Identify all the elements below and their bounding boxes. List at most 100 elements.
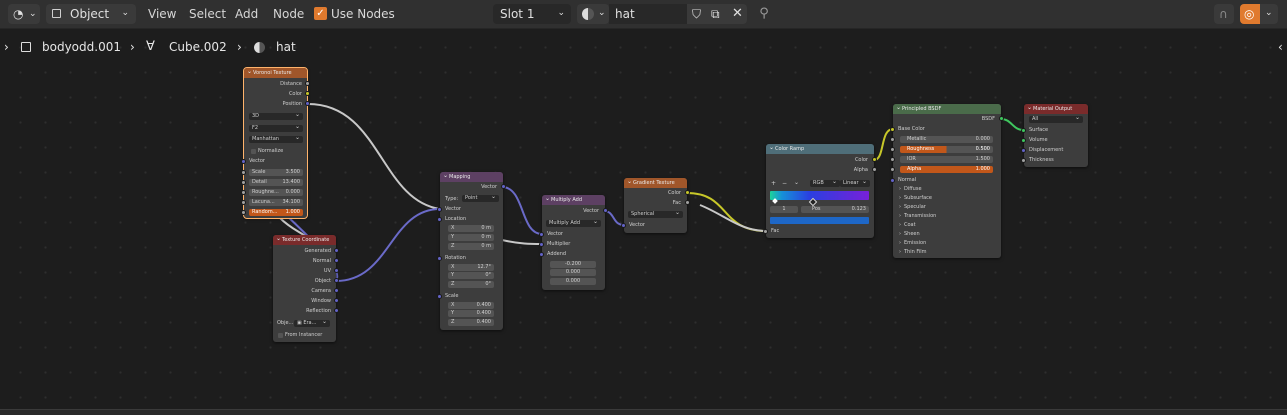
panel-diffuse[interactable]: Diffuse bbox=[899, 185, 922, 193]
gradient-header[interactable]: Gradient Texture bbox=[624, 177, 687, 188]
lacunarity-field[interactable]: Lacuna... 34.100 bbox=[249, 199, 303, 206]
color-ramp-header[interactable]: Color Ramp bbox=[766, 143, 874, 154]
scale-field[interactable]: Scale 3.500 bbox=[249, 169, 303, 176]
stop-index-field[interactable]: 1 bbox=[770, 206, 798, 213]
socket-ior[interactable] bbox=[890, 157, 895, 162]
rotation-z[interactable]: Z 0° bbox=[448, 281, 494, 288]
socket-distance[interactable] bbox=[305, 81, 310, 86]
voronoi-texture-node[interactable]: Voronoi Texture Distance Color Position … bbox=[241, 67, 310, 219]
scale-x[interactable]: X 0.400 bbox=[448, 302, 494, 309]
addend-y[interactable]: 0.000 bbox=[550, 269, 596, 276]
socket-alpha[interactable] bbox=[872, 167, 877, 172]
socket-scale[interactable] bbox=[437, 294, 442, 299]
scale-y[interactable]: Y 0.400 bbox=[448, 310, 494, 317]
detail-field[interactable]: Detail 13.400 bbox=[249, 179, 303, 186]
socket-detail[interactable] bbox=[241, 180, 246, 185]
material-output-header[interactable]: Material Output bbox=[1024, 103, 1088, 114]
metric-dropdown[interactable]: Manhattan bbox=[249, 134, 303, 143]
location-y[interactable]: Y 0 m bbox=[448, 234, 494, 241]
texture-coordinate-node[interactable]: Texture Coordinate Generated Normal UV O… bbox=[273, 234, 339, 342]
socket-lacunarity[interactable] bbox=[241, 200, 246, 205]
texcoord-header[interactable]: Texture Coordinate bbox=[273, 234, 336, 245]
scale-z[interactable]: Z 0.400 bbox=[448, 319, 494, 326]
roughness-field[interactable]: Roughness 0.500 bbox=[900, 146, 993, 153]
target-dropdown[interactable]: All bbox=[1029, 114, 1083, 123]
panel-specular[interactable]: Specular bbox=[899, 203, 926, 211]
socket-metallic[interactable] bbox=[890, 137, 895, 142]
panel-emission[interactable]: Emission bbox=[899, 239, 926, 247]
object-picker[interactable]: ▣ Era... bbox=[294, 318, 330, 327]
socket-object[interactable] bbox=[334, 278, 339, 283]
socket-fac[interactable] bbox=[685, 200, 690, 205]
stop-position-field[interactable]: Pos 0.123 bbox=[801, 206, 869, 213]
socket-fac[interactable] bbox=[763, 229, 768, 234]
add-stop-icon[interactable]: + bbox=[771, 180, 776, 187]
socket-vector-in[interactable] bbox=[621, 223, 626, 228]
multiply-add-header[interactable]: Multiply Add bbox=[542, 194, 605, 205]
socket-location[interactable] bbox=[437, 217, 442, 222]
dimensions-dropdown[interactable]: 3D bbox=[249, 111, 303, 120]
color-ramp-node[interactable]: Color Ramp Color Alpha + − ⌄ RGB Linear … bbox=[763, 143, 877, 238]
remove-stop-icon[interactable]: − bbox=[782, 180, 787, 187]
randomness-field[interactable]: Random... 1.000 bbox=[249, 209, 303, 216]
location-z[interactable]: Z 0 m bbox=[448, 243, 494, 250]
stop-color-swatch[interactable] bbox=[770, 217, 869, 224]
socket-camera[interactable] bbox=[334, 288, 339, 293]
socket-window[interactable] bbox=[334, 298, 339, 303]
socket-position[interactable] bbox=[305, 101, 310, 106]
interpolation-dropdown[interactable]: Linear bbox=[840, 178, 870, 187]
location-x[interactable]: X 0 m bbox=[448, 225, 494, 232]
from-instancer-checkbox[interactable] bbox=[278, 333, 283, 338]
alpha-field[interactable]: Alpha 1.000 bbox=[900, 166, 993, 173]
socket-rotation[interactable] bbox=[437, 256, 442, 261]
socket-reflection[interactable] bbox=[334, 308, 339, 313]
socket-alpha[interactable] bbox=[890, 167, 895, 172]
socket-color[interactable] bbox=[305, 91, 310, 96]
panel-sheen[interactable]: Sheen bbox=[899, 230, 920, 238]
socket-volume[interactable] bbox=[1021, 138, 1026, 143]
mapping-node[interactable]: Mapping Vector Type: Point Vector Locati… bbox=[437, 171, 506, 330]
socket-generated[interactable] bbox=[334, 248, 339, 253]
rotation-x[interactable]: X 12.7° bbox=[448, 264, 494, 271]
socket-displacement[interactable] bbox=[1021, 148, 1026, 153]
panel-transmission[interactable]: Transmission bbox=[899, 212, 936, 220]
ramp-gradient-bar[interactable] bbox=[770, 191, 869, 200]
socket-normal[interactable] bbox=[334, 258, 339, 263]
operation-dropdown[interactable]: Multiply Add bbox=[546, 218, 601, 227]
socket-color[interactable] bbox=[685, 190, 690, 195]
socket-multiplier[interactable] bbox=[539, 242, 544, 247]
multiply-add-node[interactable]: Multiply Add Vector Multiply Add Vector … bbox=[539, 194, 608, 290]
roughness-field[interactable]: Roughne... 0.000 bbox=[249, 189, 303, 196]
socket-scale[interactable] bbox=[241, 170, 246, 175]
material-output-node[interactable]: Material Output All Surface Volume Displ… bbox=[1021, 103, 1088, 167]
socket-surface[interactable] bbox=[1021, 128, 1026, 133]
socket-vector-in[interactable] bbox=[539, 232, 544, 237]
feature-dropdown[interactable]: F2 bbox=[249, 123, 303, 132]
gradient-texture-node[interactable]: Gradient Texture Color Fac Spherical Vec… bbox=[621, 177, 690, 233]
type-dropdown[interactable]: Point bbox=[462, 193, 499, 202]
socket-bsdf[interactable] bbox=[999, 116, 1004, 121]
socket-base-color[interactable] bbox=[890, 127, 895, 132]
socket-color[interactable] bbox=[872, 157, 877, 162]
panel-thin-film[interactable]: Thin Film bbox=[899, 248, 927, 256]
socket-vector-out[interactable] bbox=[603, 208, 608, 213]
principled-bsdf-node[interactable]: Principled BSDF BSDF Base Color Metallic… bbox=[890, 103, 1004, 258]
socket-addend[interactable] bbox=[539, 252, 544, 257]
chevron-down-icon[interactable]: ⌄ bbox=[794, 179, 799, 186]
normalize-checkbox[interactable] bbox=[251, 149, 256, 154]
socket-thickness[interactable] bbox=[1021, 158, 1026, 163]
ior-field[interactable]: IOR 1.500 bbox=[900, 156, 993, 163]
socket-roughness[interactable] bbox=[890, 147, 895, 152]
voronoi-header[interactable]: Voronoi Texture bbox=[244, 67, 307, 78]
socket-vector-in[interactable] bbox=[241, 159, 246, 164]
rotation-y[interactable]: Y 0° bbox=[448, 272, 494, 279]
panel-subsurface[interactable]: Subsurface bbox=[899, 194, 932, 202]
metallic-field[interactable]: Metallic 0.000 bbox=[900, 136, 993, 143]
mapping-header[interactable]: Mapping bbox=[440, 171, 503, 182]
socket-uv[interactable] bbox=[334, 268, 339, 273]
socket-randomness[interactable] bbox=[241, 210, 246, 215]
bsdf-header[interactable]: Principled BSDF bbox=[893, 103, 1001, 114]
panel-coat[interactable]: Coat bbox=[899, 221, 916, 229]
gradient-type-dropdown[interactable]: Spherical bbox=[628, 209, 683, 218]
socket-vector-in[interactable] bbox=[437, 207, 442, 212]
